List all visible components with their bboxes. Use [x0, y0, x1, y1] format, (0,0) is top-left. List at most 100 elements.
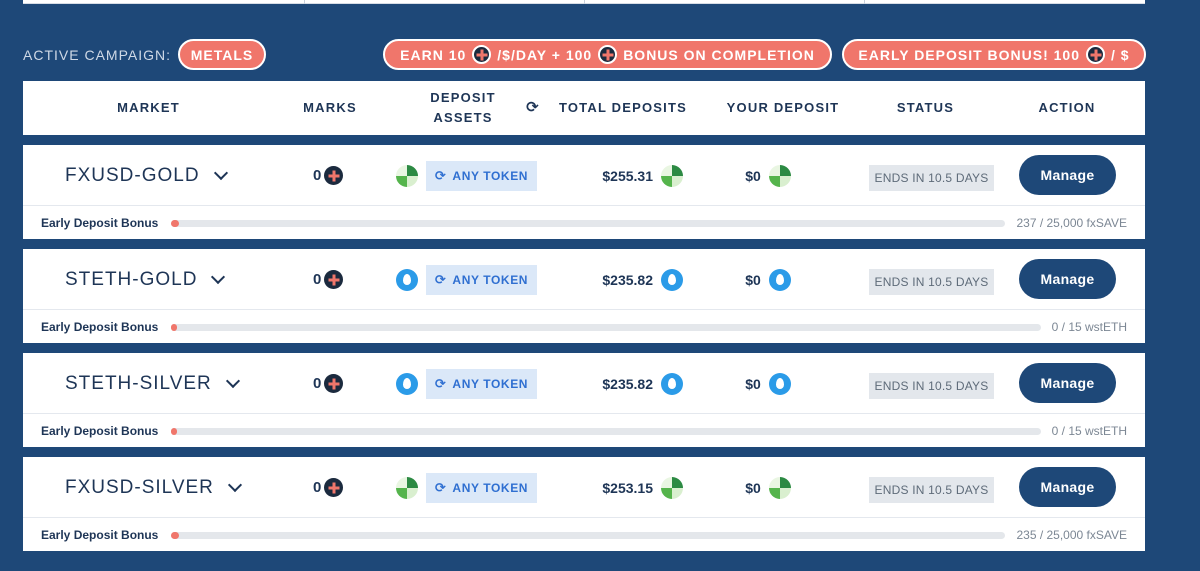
header-deposit-line2: ASSETS	[433, 110, 493, 125]
chevron-down-icon[interactable]	[225, 373, 240, 388]
marks-icon	[324, 166, 344, 185]
earn-rate-badge: EARN 10 /$/DAY + 100 BONUS ON COMPLETION	[383, 39, 832, 70]
marks-value: 0	[313, 167, 322, 184]
status-badge: ENDS IN 10.5 DAYS	[869, 477, 994, 503]
fxsave-token-icon	[768, 476, 791, 499]
wsteth-token-icon	[661, 268, 683, 291]
manage-button[interactable]: Manage	[1019, 259, 1116, 299]
market-name: STETH-SILVER	[65, 372, 212, 394]
total-deposits-cell: $255.31	[563, 145, 683, 206]
total-deposits-value: $235.82	[602, 271, 653, 288]
your-deposit-value: $0	[745, 167, 761, 184]
marks-icon	[472, 45, 492, 64]
market-row: STETH-GOLD 0 ⟳ ANY TOKEN $235.82 $0 ENDS…	[23, 249, 1145, 343]
any-token-label: ANY TOKEN	[452, 481, 529, 495]
your-deposit-cell: $0	[723, 249, 813, 310]
column-divider	[304, 0, 305, 4]
early-prefix: EARLY DEPOSIT BONUS! 100	[858, 46, 1081, 63]
wsteth-token-icon	[768, 268, 791, 291]
any-token-label: ANY TOKEN	[452, 169, 529, 183]
market-selector[interactable]: STETH-GOLD	[65, 249, 226, 310]
any-token-button[interactable]: ⟳ ANY TOKEN	[426, 473, 537, 503]
your-deposit-value: $0	[745, 375, 761, 392]
market-row-main: FXUSD-SILVER 0 ⟳ ANY TOKEN $253.15 $0 EN…	[23, 457, 1145, 518]
your-deposit-cell: $0	[723, 353, 813, 414]
marks-value: 0	[313, 271, 322, 288]
fxsave-token-icon	[768, 164, 791, 187]
marks-icon	[1086, 45, 1106, 64]
market-selector[interactable]: STETH-SILVER	[65, 353, 240, 414]
market-row-main: FXUSD-GOLD 0 ⟳ ANY TOKEN $255.31 $0 ENDS…	[23, 145, 1145, 206]
market-name: FXUSD-SILVER	[65, 476, 214, 498]
early-deposit-bonus: Early Deposit Bonus 0 / 15 wstETH	[23, 415, 1145, 447]
total-deposits-cell: $235.82	[563, 353, 683, 414]
market-selector[interactable]: FXUSD-SILVER	[65, 457, 242, 518]
market-selector[interactable]: FXUSD-GOLD	[65, 145, 228, 206]
fxsave-token-icon	[661, 476, 683, 499]
header-deposit-assets: DEPOSIT ASSETS	[413, 81, 513, 135]
chevron-down-icon[interactable]	[211, 269, 226, 284]
any-token-button[interactable]: ⟳ ANY TOKEN	[426, 161, 537, 191]
fxsave-token-icon	[396, 477, 418, 499]
status-badge: ENDS IN 10.5 DAYS	[869, 373, 994, 399]
bonus-progress-fill	[171, 324, 177, 331]
header-marks: MARKS	[303, 100, 357, 115]
bonus-progress-value: 237 / 25,000 fxSAVE	[1016, 216, 1127, 230]
bonus-progress-value: 0 / 15 wstETH	[1051, 320, 1127, 334]
campaign-label: ACTIVE CAMPAIGN:	[23, 46, 171, 63]
wsteth-token-icon	[396, 373, 418, 395]
bonus-progress-bar	[171, 428, 1041, 435]
market-row: FXUSD-GOLD 0 ⟳ ANY TOKEN $255.31 $0 ENDS…	[23, 145, 1145, 239]
total-deposits-value: $253.15	[602, 479, 653, 496]
swap-icon: ⟳	[434, 480, 447, 495]
column-divider	[864, 0, 865, 4]
chevron-down-icon[interactable]	[213, 165, 228, 180]
marks-cell: 0	[313, 145, 344, 206]
wsteth-token-icon	[396, 269, 418, 291]
swap-icon: ⟳	[434, 376, 447, 391]
bonus-progress-value: 0 / 15 wstETH	[1051, 424, 1127, 438]
chevron-down-icon[interactable]	[227, 477, 242, 492]
wsteth-token-icon	[661, 372, 683, 395]
header-your-deposit: YOUR DEPOSIT	[726, 100, 840, 115]
marks-cell: 0	[313, 353, 344, 414]
early-deposit-bonus: Early Deposit Bonus 237 / 25,000 fxSAVE	[23, 207, 1145, 239]
manage-button[interactable]: Manage	[1019, 467, 1116, 507]
header-deposit-line1: DEPOSIT	[430, 90, 496, 105]
bonus-progress-bar	[171, 220, 1005, 227]
swap-icon: ⟳	[434, 272, 447, 287]
campaign-bar: ACTIVE CAMPAIGN:	[23, 38, 171, 71]
fxsave-token-icon	[396, 165, 418, 187]
total-deposits-value: $255.31	[602, 167, 653, 184]
your-deposit-value: $0	[745, 479, 761, 496]
bonus-progress-fill	[171, 532, 179, 539]
early-deposit-badge: EARLY DEPOSIT BONUS! 100 / $	[842, 39, 1146, 70]
swap-icon: ⟳	[434, 168, 447, 183]
bonus-progress-fill	[171, 220, 179, 227]
any-token-button[interactable]: ⟳ ANY TOKEN	[426, 369, 537, 399]
refresh-icon[interactable]: ⟳	[511, 81, 541, 135]
any-token-button[interactable]: ⟳ ANY TOKEN	[426, 265, 537, 295]
market-row: FXUSD-SILVER 0 ⟳ ANY TOKEN $253.15 $0 EN…	[23, 457, 1145, 551]
bonus-progress-bar	[171, 324, 1041, 331]
any-token-label: ANY TOKEN	[452, 377, 529, 391]
header-market: MARKET	[117, 100, 180, 115]
early-deposit-bonus: Early Deposit Bonus 0 / 15 wstETH	[23, 311, 1145, 343]
header-status: STATUS	[896, 100, 955, 115]
manage-button[interactable]: Manage	[1019, 155, 1116, 195]
market-name: STETH-GOLD	[65, 268, 198, 290]
early-deposit-bonus: Early Deposit Bonus 235 / 25,000 fxSAVE	[23, 519, 1145, 551]
market-row-main: STETH-GOLD 0 ⟳ ANY TOKEN $235.82 $0 ENDS…	[23, 249, 1145, 310]
marks-value: 0	[313, 375, 322, 392]
marks-icon	[324, 478, 344, 497]
bonus-progress-value: 235 / 25,000 fxSAVE	[1016, 528, 1127, 542]
bonus-label: Early Deposit Bonus	[41, 424, 159, 438]
early-suffix: / $	[1111, 46, 1130, 63]
header-action: ACTION	[1038, 100, 1096, 115]
bonus-label: Early Deposit Bonus	[41, 528, 159, 542]
manage-button[interactable]: Manage	[1019, 363, 1116, 403]
campaign-name-badge[interactable]: METALS	[178, 39, 266, 70]
your-deposit-value: $0	[745, 271, 761, 288]
marks-icon	[324, 270, 344, 289]
earn-prefix: EARN 10	[400, 46, 467, 63]
